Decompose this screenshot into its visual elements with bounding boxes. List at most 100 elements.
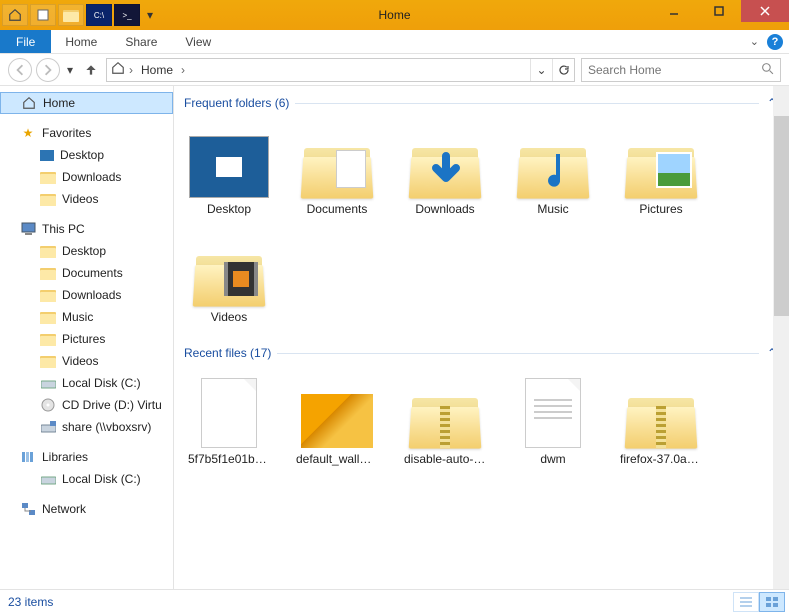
tile-downloads[interactable]: Downloads — [400, 116, 490, 220]
breadcrumb-segment[interactable]: Home — [137, 63, 177, 77]
drive-icon — [40, 471, 56, 487]
qat-powershell-icon[interactable]: >_ — [114, 4, 140, 26]
qat-newfolder-icon[interactable] — [58, 4, 84, 26]
sidebar-item-label: Favorites — [42, 126, 173, 140]
sidebar-item-label: CD Drive (D:) Virtu — [62, 398, 173, 412]
tile-desktop[interactable]: Desktop — [184, 116, 274, 220]
forward-button[interactable] — [36, 58, 60, 82]
desktop-icon — [189, 136, 269, 198]
tile-videos[interactable]: Videos — [184, 224, 274, 328]
status-bar: 23 items — [0, 589, 789, 613]
close-button[interactable] — [741, 0, 789, 22]
frequent-folders-grid: Desktop Documents Downloads Music Pictur… — [184, 116, 779, 328]
qat-home-icon[interactable] — [2, 4, 28, 26]
drive-icon — [40, 375, 56, 391]
tile-file[interactable]: firefox-37.0a1.en… — [616, 366, 706, 470]
recent-files-grid: 5f7b5f1e01b8376… default_wallpape… disab… — [184, 366, 779, 470]
qat-customize-icon[interactable]: ▾ — [142, 4, 158, 26]
sidebar-item-videos[interactable]: Videos — [0, 188, 173, 210]
folder-icon — [40, 309, 56, 325]
scroll-thumb[interactable] — [774, 116, 789, 316]
maximize-button[interactable] — [696, 0, 741, 22]
folder-icon — [518, 142, 588, 198]
sidebar-item-label: Local Disk (C:) — [62, 472, 173, 486]
sidebar-item-downloads[interactable]: Downloads — [0, 284, 173, 306]
qat-properties-icon[interactable] — [30, 4, 56, 26]
breadcrumb-sep[interactable]: › — [181, 63, 185, 77]
tab-view[interactable]: View — [171, 30, 225, 53]
window-controls — [651, 0, 789, 22]
sidebar-item-favorites[interactable]: ★ Favorites — [0, 122, 173, 144]
file-tab[interactable]: File — [0, 30, 51, 53]
folder-icon — [40, 331, 56, 347]
tab-share[interactable]: Share — [111, 30, 171, 53]
disc-icon — [40, 397, 56, 413]
sidebar-item-thispc[interactable]: This PC — [0, 218, 173, 240]
qat-cmd-icon[interactable]: C:\ — [86, 4, 112, 26]
up-button[interactable] — [80, 59, 102, 81]
sidebar-item-label: Network — [42, 502, 173, 516]
folder-icon — [40, 169, 56, 185]
status-item-count: 23 items — [8, 595, 53, 609]
tile-documents[interactable]: Documents — [292, 116, 382, 220]
folder-icon — [40, 243, 56, 259]
folder-icon — [410, 142, 480, 198]
sidebar-item-home[interactable]: Home — [0, 92, 173, 114]
tile-file[interactable]: default_wallpape… — [292, 366, 382, 470]
tile-label: Pictures — [620, 202, 702, 216]
search-input[interactable] — [588, 63, 774, 77]
sidebar-item-cddrive[interactable]: CD Drive (D:) Virtu — [0, 394, 173, 416]
view-details-button[interactable] — [733, 592, 759, 612]
breadcrumb-sep[interactable]: › — [129, 63, 133, 77]
tile-music[interactable]: Music — [508, 116, 598, 220]
sidebar-item-label: Videos — [62, 354, 173, 368]
search-box[interactable] — [581, 58, 781, 82]
address-dropdown-icon[interactable]: ⌄ — [530, 59, 552, 81]
sidebar-item-label: Downloads — [62, 170, 173, 184]
help-icon[interactable]: ? — [767, 34, 783, 50]
sidebar-item-share[interactable]: share (\\vboxsrv) — [0, 416, 173, 438]
network-drive-icon — [40, 419, 56, 435]
tile-label: Documents — [296, 202, 378, 216]
sidebar-item-libraries[interactable]: Libraries — [0, 446, 173, 468]
sidebar-item-label: Libraries — [42, 450, 173, 464]
sidebar-item-music[interactable]: Music — [0, 306, 173, 328]
tile-file[interactable]: dwm — [508, 366, 598, 470]
address-bar[interactable]: › Home › ⌄ — [106, 58, 575, 82]
back-button[interactable] — [8, 58, 32, 82]
tile-label: Downloads — [404, 202, 486, 216]
zip-icon — [410, 392, 480, 448]
refresh-icon[interactable] — [552, 59, 574, 81]
section-title: Frequent folders (6) — [184, 96, 289, 110]
sidebar-item-label: Pictures — [62, 332, 173, 346]
sidebar-item-network[interactable]: Network — [0, 498, 173, 520]
scrollbar[interactable] — [773, 86, 789, 589]
quick-access-toolbar: C:\ >_ ▾ — [2, 4, 158, 26]
file-icon — [201, 378, 257, 448]
tile-label: default_wallpape… — [296, 452, 378, 466]
sidebar-item-label: Home — [43, 96, 172, 110]
section-header-frequent[interactable]: Frequent folders (6) ⌃ — [184, 96, 779, 110]
sidebar-item-downloads[interactable]: Downloads — [0, 166, 173, 188]
minimize-button[interactable] — [651, 0, 696, 22]
tab-home[interactable]: Home — [51, 30, 111, 53]
folder-icon — [626, 142, 696, 198]
tile-file[interactable]: disable-auto-arr… — [400, 366, 490, 470]
search-icon[interactable] — [761, 62, 774, 78]
tile-pictures[interactable]: Pictures — [616, 116, 706, 220]
sidebar-item-videos[interactable]: Videos — [0, 350, 173, 372]
sidebar-item-documents[interactable]: Documents — [0, 262, 173, 284]
view-icons-button[interactable] — [759, 592, 785, 612]
sidebar-item-localdisk[interactable]: Local Disk (C:) — [0, 468, 173, 490]
sidebar-item-localdisk[interactable]: Local Disk (C:) — [0, 372, 173, 394]
ribbon-tabs: File Home Share View ⌄ ? — [0, 30, 789, 54]
sidebar-item-pictures[interactable]: Pictures — [0, 328, 173, 350]
sidebar-item-desktop[interactable]: Desktop — [0, 240, 173, 262]
sidebar-item-label: Local Disk (C:) — [62, 376, 173, 390]
history-dropdown[interactable]: ▾ — [64, 63, 76, 77]
section-divider — [277, 353, 759, 354]
tile-file[interactable]: 5f7b5f1e01b8376… — [184, 366, 274, 470]
section-header-recent[interactable]: Recent files (17) ⌃ — [184, 346, 779, 360]
expand-ribbon-icon[interactable]: ⌄ — [750, 35, 759, 48]
sidebar-item-desktop[interactable]: Desktop — [0, 144, 173, 166]
